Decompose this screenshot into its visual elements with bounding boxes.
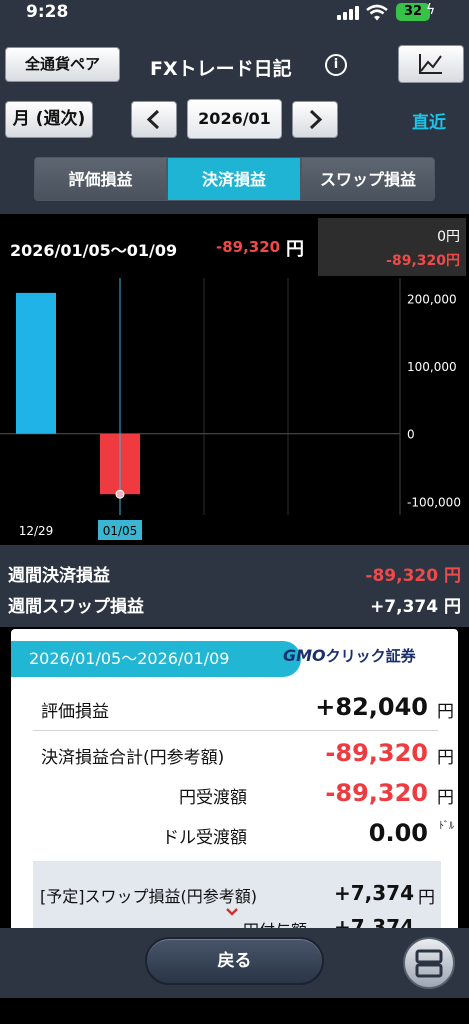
selected-range-value: -89,320 [216,238,281,256]
selected-range-unit: 円 [286,239,304,260]
tooltip-line-2: -89,320円 [386,253,460,269]
charging-icon: ϟ [426,2,436,18]
segment-control: 評価損益 決済損益 スワップ損益 [34,157,435,201]
row-unit: 円 [437,748,454,768]
info-icon[interactable]: i [325,54,347,76]
chart-y-tick-label: 100,000 [407,360,457,374]
row-unrealized-pl: 評価損益 +82,040 円 [11,689,458,729]
period-selector-button[interactable]: 月 (週次) [5,101,93,138]
wifi-icon [366,4,388,21]
next-month-button[interactable] [292,101,338,138]
previous-month-button[interactable] [131,101,177,138]
chart-y-tick-label: -100,000 [407,495,461,509]
chart-x-tick-label: 12/29 [19,524,54,538]
back-button[interactable]: 戻る [145,937,324,985]
list-icon [415,949,443,978]
month-display[interactable]: 2026/01 [187,99,282,139]
line-chart-icon [419,54,442,74]
swap-yen-value: +7,374 [333,915,414,929]
tab-unrealized-pl[interactable]: 評価損益 [34,157,167,201]
weekly-swap-value: +7,374 円 [370,597,461,617]
chevron-down-icon[interactable] [225,907,239,917]
currency-pair-button[interactable]: 全通貨ペア [5,47,120,82]
weekly-settled-label: 週間決済損益 [8,566,110,586]
chart-bar[interactable] [16,292,56,434]
row-label: ドル受渡額 [162,828,247,848]
gmo-click-logo: GMOクリック証券 [283,646,416,665]
selected-range: 2026/01/05～01/09 [10,241,178,260]
latest-link[interactable]: 直近 [412,108,446,133]
card-range: 2026/01/05～2026/01/09 [11,641,301,677]
tab-settled-pl[interactable]: 決済損益 [167,157,301,201]
chart-y-tick-label: 0 [407,428,415,442]
swap-row-label: [予定]スワップ損益(円参考額) [40,887,257,906]
row-label: 決済損益合計(円参考額) [41,748,225,768]
chart-view-button[interactable] [398,45,464,83]
weekly-swap-label: 週間スワップ損益 [8,597,144,617]
tooltip-line-1: 0円 [437,229,460,245]
battery-indicator: 32 [396,3,430,21]
status-time: 9:28 [26,2,69,22]
selected-week-summary: 2026/01/05～01/09 -89,320 円 0円 -89,320円 [0,214,469,278]
page-title: FXトレード日記 [150,58,292,80]
row-value: -89,320 [325,779,428,807]
row-yen-settlement: 円受渡額 -89,320 円 [11,775,458,815]
row-value: 0.00 [368,819,428,847]
divider [33,730,438,731]
weekly-settled-value: -89,320 円 [365,566,461,586]
row-dollar-settlement: ドル受渡額 0.00 ﾄﾞﾙ [11,815,458,855]
row-unit: 円 [437,702,454,722]
bottom-bar: 戻る [0,928,469,998]
detail-card: 2026/01/05～2026/01/09 GMOクリック証券 評価損益 +82… [11,629,458,929]
menu-button[interactable] [403,937,455,989]
chevron-right-icon [309,109,323,130]
home-indicator-area [0,998,469,1024]
row-unit: ﾄﾞﾙ [439,821,454,832]
row-unit: 円 [437,788,454,808]
chart-y-tick-label: 200,000 [407,292,457,306]
weekly-totals: 週間決済損益 -89,320 円 週間スワップ損益 +7,374 円 [0,545,469,627]
row-label: 円受渡額 [179,788,247,808]
row-settled-total: 決済損益合計(円参考額) -89,320 円 [11,735,458,775]
header: 全通貨ペア FXトレード日記 i 月 (週次) 2026/01 直近 評価損益 … [0,28,469,214]
chart-tooltip: 0円 -89,320円 [318,218,466,276]
status-bar: 9:28 32 ϟ [0,0,469,28]
swap-row-unit: 円 [418,888,435,908]
row-value: -89,320 [325,739,428,767]
row-value: +82,040 [315,693,428,721]
swap-section: [予定]スワップ損益(円参考額) +7,374 円 円付与額 +7,374 [33,861,441,929]
chart-selected-point [115,489,125,499]
weekly-pl-chart[interactable]: 200,000 100,000 0 -100,000 12/29 01/05 [0,278,469,545]
swap-row-value: +7,374 [333,881,414,905]
row-label: 評価損益 [41,702,109,722]
signal-icon [337,6,359,20]
tab-swap-pl[interactable]: スワップ損益 [301,157,435,201]
chevron-left-icon [146,109,160,130]
chart-x-tick-label: 01/05 [103,524,138,538]
